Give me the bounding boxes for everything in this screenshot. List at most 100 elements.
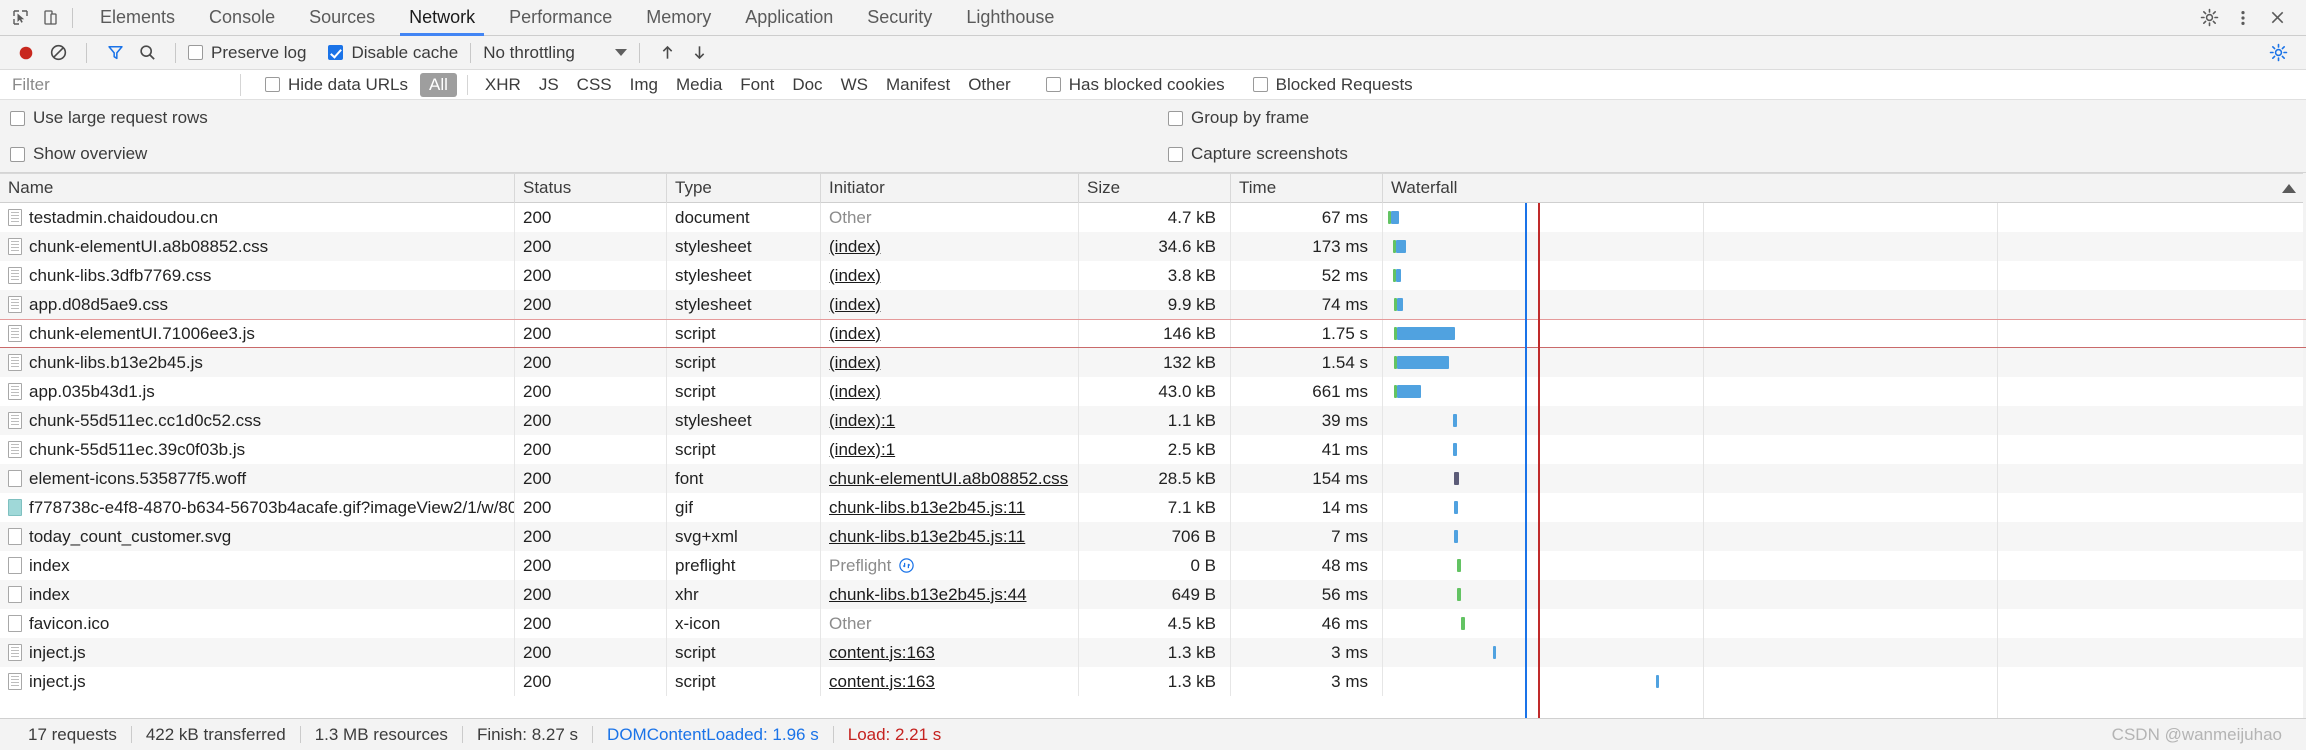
cell-initiator[interactable]: (index) [821, 290, 1079, 319]
initiator-link[interactable]: (index) [829, 324, 881, 344]
kebab-menu-icon[interactable] [2228, 4, 2258, 32]
throttling-select[interactable]: No throttling [483, 43, 627, 63]
initiator-link[interactable]: (index) [829, 295, 881, 315]
column-header-name[interactable]: Name [0, 173, 515, 203]
table-row[interactable]: inject.js 200 script content.js:163 1.3 kB 3 … [0, 667, 2306, 696]
tab-performance[interactable]: Performance [492, 0, 629, 36]
capture-screenshots-box[interactable] [1168, 146, 1183, 162]
type-filter-manifest[interactable]: Manifest [877, 73, 959, 97]
filter-input[interactable] [10, 73, 232, 96]
cell-name[interactable]: index [0, 580, 515, 609]
import-har-icon[interactable] [652, 39, 684, 67]
initiator-link[interactable]: chunk-libs.b13e2b45.js:44 [829, 585, 1027, 605]
tab-memory[interactable]: Memory [629, 0, 728, 36]
gear-icon[interactable] [2194, 4, 2224, 32]
table-row[interactable]: f778738c-e4f8-4870-b634-56703b4acafe.gif… [0, 493, 2306, 522]
type-filter-media[interactable]: Media [667, 73, 731, 97]
type-filter-js[interactable]: JS [530, 73, 568, 97]
type-filter-other[interactable]: Other [959, 73, 1020, 97]
filter-funnel-icon[interactable] [99, 39, 131, 67]
cell-name[interactable]: inject.js [0, 667, 515, 696]
cell-initiator[interactable]: Preflight [821, 551, 1079, 580]
initiator-link[interactable]: (index) [829, 382, 881, 402]
device-toolbar-icon[interactable] [36, 5, 64, 31]
table-row[interactable]: index 200 xhr chunk-libs.b13e2b45.js:44 649 … [0, 580, 2306, 609]
type-filter-ws[interactable]: WS [832, 73, 877, 97]
column-header-waterfall[interactable]: Waterfall [1383, 173, 2306, 203]
cell-name[interactable]: testadmin.chaidoudou.cn [0, 203, 515, 232]
cell-initiator[interactable]: (index) [821, 232, 1079, 261]
table-row[interactable]: chunk-elementUI.71006ee3.js 200 script (ind… [0, 319, 2306, 348]
initiator-link[interactable]: (index):1 [829, 411, 895, 431]
cursor-select-icon[interactable] [6, 5, 34, 31]
clear-button[interactable] [42, 39, 74, 67]
preserve-log-box[interactable] [188, 45, 203, 60]
cell-initiator[interactable]: chunk-libs.b13e2b45.js:11 [821, 522, 1079, 551]
cell-name[interactable]: favicon.ico [0, 609, 515, 638]
tab-lighthouse[interactable]: Lighthouse [949, 0, 1071, 36]
table-row[interactable]: chunk-55d511ec.cc1d0c52.css 200 stylesheet… [0, 406, 2306, 435]
type-filter-xhr[interactable]: XHR [476, 73, 530, 97]
tab-security[interactable]: Security [850, 0, 949, 36]
cell-name[interactable]: chunk-libs.3dfb7769.css [0, 261, 515, 290]
hide-data-urls-box[interactable] [265, 77, 280, 92]
cell-initiator[interactable]: Other [821, 203, 1079, 232]
initiator-link[interactable]: chunk-libs.b13e2b45.js:11 [829, 498, 1025, 518]
tab-elements[interactable]: Elements [83, 0, 192, 36]
cell-name[interactable]: chunk-elementUI.a8b08852.css [0, 232, 515, 261]
cell-initiator[interactable]: chunk-libs.b13e2b45.js:44 [821, 580, 1079, 609]
cell-initiator[interactable]: (index):1 [821, 435, 1079, 464]
disable-cache-checkbox[interactable]: Disable cache [328, 43, 458, 63]
type-filter-all[interactable]: All [420, 72, 457, 97]
column-header-time[interactable]: Time [1231, 173, 1383, 203]
cell-name[interactable]: chunk-elementUI.71006ee3.js [0, 319, 515, 348]
initiator-link[interactable]: (index) [829, 266, 881, 286]
table-row[interactable]: element-icons.535877f5.woff 200 font chunk-… [0, 464, 2306, 493]
cell-initiator[interactable]: chunk-elementUI.a8b08852.css [821, 464, 1079, 493]
table-row[interactable]: index 200 preflight Preflight 0 B 48 ms [0, 551, 2306, 580]
initiator-link[interactable]: content.js:163 [829, 672, 935, 692]
cell-initiator[interactable]: chunk-libs.b13e2b45.js:11 [821, 493, 1079, 522]
blocked-requests-checkbox[interactable]: Blocked Requests [1252, 75, 1413, 95]
table-row[interactable]: testadmin.chaidoudou.cn 200 document Other 4… [0, 203, 2306, 232]
tab-sources[interactable]: Sources [292, 0, 392, 36]
type-filter-img[interactable]: Img [621, 73, 667, 97]
initiator-link[interactable]: (index) [829, 353, 881, 373]
column-header-size[interactable]: Size [1079, 173, 1231, 203]
cell-name[interactable]: f778738c-e4f8-4870-b634-56703b4acafe.gif… [0, 493, 515, 522]
show-overview-checkbox[interactable]: Show overview [10, 144, 147, 164]
table-row[interactable]: app.d08d5ae9.css 200 stylesheet (index) 9.9 … [0, 290, 2306, 319]
chevron-down-icon[interactable] [614, 49, 627, 56]
initiator-link[interactable]: content.js:163 [829, 643, 935, 663]
column-header-initiator[interactable]: Initiator [821, 173, 1079, 203]
cell-initiator[interactable]: content.js:163 [821, 667, 1079, 696]
table-row[interactable]: favicon.ico 200 x-icon Other 4.5 kB 46 ms [0, 609, 2306, 638]
close-icon[interactable] [2262, 4, 2292, 32]
table-row[interactable]: chunk-libs.b13e2b45.js 200 script (index) 13… [0, 348, 2306, 377]
export-har-icon[interactable] [684, 39, 716, 67]
record-button[interactable] [10, 39, 42, 67]
initiator-link[interactable]: chunk-elementUI.a8b08852.css [829, 469, 1068, 489]
cell-name[interactable]: chunk-libs.b13e2b45.js [0, 348, 515, 377]
table-row[interactable]: inject.js 200 script content.js:163 1.3 kB 3 … [0, 638, 2306, 667]
column-header-status[interactable]: Status [515, 173, 667, 203]
cell-name[interactable]: chunk-55d511ec.39c0f03b.js [0, 435, 515, 464]
tab-network[interactable]: Network [392, 0, 492, 36]
cell-initiator[interactable]: content.js:163 [821, 638, 1079, 667]
initiator-link[interactable]: (index):1 [829, 440, 895, 460]
cell-name[interactable]: today_count_customer.svg [0, 522, 515, 551]
cell-initiator[interactable]: (index) [821, 377, 1079, 406]
blocked-requests-box[interactable] [1252, 77, 1268, 92]
disable-cache-box[interactable] [328, 45, 344, 60]
cell-name[interactable]: index [0, 551, 515, 580]
preflight-jump-icon[interactable] [898, 557, 915, 574]
group-by-frame-checkbox[interactable]: Group by frame [1168, 108, 1309, 128]
has-blocked-cookies-box[interactable] [1045, 77, 1061, 92]
initiator-link[interactable]: chunk-libs.b13e2b45.js:11 [829, 527, 1025, 547]
cell-name[interactable]: app.035b43d1.js [0, 377, 515, 406]
table-row[interactable]: app.035b43d1.js 200 script (index) 43.0 kB 66… [0, 377, 2306, 406]
column-header-type[interactable]: Type [667, 173, 821, 203]
table-row[interactable]: chunk-libs.3dfb7769.css 200 stylesheet (ind… [0, 261, 2306, 290]
type-filter-doc[interactable]: Doc [783, 73, 831, 97]
use-large-request-rows-box[interactable] [10, 110, 25, 126]
